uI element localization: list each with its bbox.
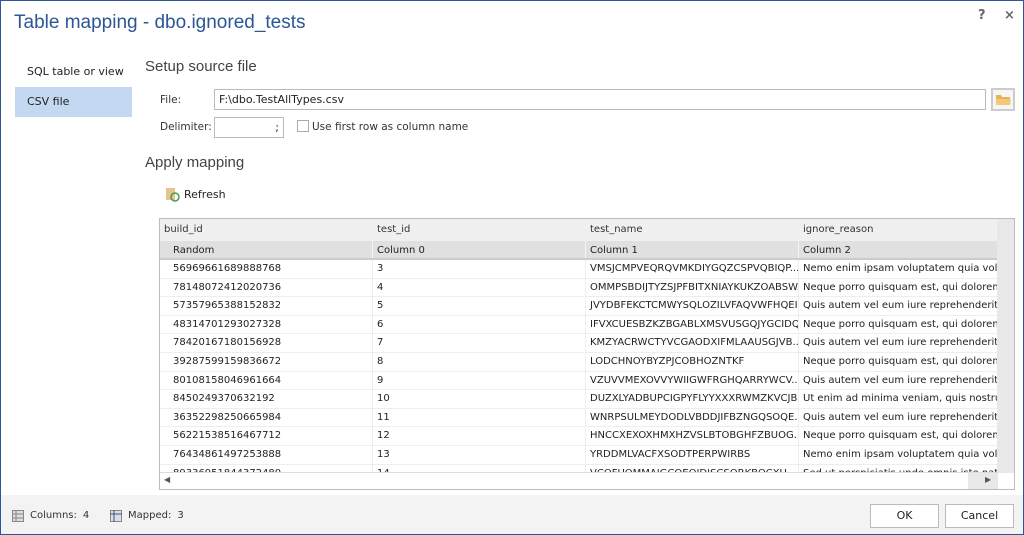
table-cell: 76434861497253888: [160, 446, 373, 464]
table-cell: DUZXLYADBUPCIGPYFLYYXXXRWMZKVCJBF...: [586, 390, 799, 408]
table-cell: 80108158046961664: [160, 371, 373, 390]
table-cell: JVYDBFEKCTCMWYSQLOZILVFAQVWFHQEI...: [586, 297, 799, 315]
mapped-status: Mapped: 3: [110, 510, 184, 522]
first-row-checkbox[interactable]: [297, 120, 309, 132]
table-cell: 8: [373, 353, 586, 371]
table-cell: HNCCXEXOXHMXHZVSLBTOBGHFZBUOG...: [586, 427, 799, 445]
table-cell: KMZYACRWCTYVCGAODXIFMLAAUSGJVB...: [586, 334, 799, 352]
table-row[interactable]: 78148072412020736 4 OMMPSBDIJTYZSJPFBITXNI…: [160, 278, 998, 298]
table-row[interactable]: 48314701293027328 6 IFVXCUESBZKZBGABLXMSVU…: [160, 315, 998, 335]
table-cell: 7: [373, 334, 586, 352]
source-column-select[interactable]: Random: [160, 241, 373, 258]
table-cell: Neque porro quisquam est, qui dolorem: [799, 315, 998, 334]
table-row[interactable]: 36352298250665984 11 WNRPSULMEYDODLVBDDJIF…: [160, 408, 998, 428]
table-cell: 3: [373, 260, 586, 278]
table-cell: 48314701293027328: [160, 315, 373, 334]
table-cell: 36352298250665984: [160, 408, 373, 427]
table-cell: OMMPSBDIJTYZSJPFBITXNIAYKUKZOABSW...: [586, 278, 799, 297]
file-label: File:: [160, 94, 182, 106]
table-row[interactable]: 56969661689888768 3 VMSJCMPVEQRQVMKDIYGQZC…: [160, 260, 998, 279]
table-cell: 10: [373, 390, 586, 408]
table-cell: 39287599159836672: [160, 353, 373, 371]
table-cell: Neque porro quisquam est, qui dolorem: [799, 427, 998, 445]
folder-icon: [996, 95, 1011, 105]
source-column-select[interactable]: Column 2: [799, 241, 998, 258]
source-column-select[interactable]: Column 1: [586, 241, 799, 258]
table-cell: Ut enim ad minima veniam, quis nostrum: [799, 390, 998, 408]
table-cell: Quis autem vel eum iure reprehenderit q: [799, 408, 998, 427]
table-cell: 9: [373, 371, 586, 390]
delimiter-input[interactable]: ;: [214, 117, 284, 138]
close-button[interactable]: ×: [1004, 8, 1015, 23]
table-cell: 13: [373, 446, 586, 464]
columns-status: Columns: 4: [12, 510, 89, 522]
table-icon: [12, 510, 24, 522]
table-row[interactable]: 76434861497253888 13 YRDDMLVACFXSODTPERPWI…: [160, 446, 998, 465]
table-cell: Quis autem vel eum iure reprehenderit q: [799, 371, 998, 390]
mapped-table-icon: [110, 510, 122, 522]
table-row[interactable]: 80108158046961664 9 VZUVVMEXOVVYWIIGWFRGHQ…: [160, 371, 998, 391]
sidebar-item-csv-file[interactable]: CSV file: [15, 87, 132, 117]
delimiter-label: Delimiter:: [160, 121, 212, 133]
source-header-row: Random Column 0 Column 1 Column 2: [160, 241, 998, 260]
table-cell: 12: [373, 427, 586, 445]
table-cell: 11: [373, 408, 586, 427]
dialog-title: Table mapping - dbo.ignored_tests: [14, 12, 306, 33]
table-cell: 8450249370632192: [160, 390, 373, 408]
table-cell: Nemo enim ipsam voluptatem quia volup: [799, 260, 998, 278]
horizontal-scrollbar[interactable]: ◀ ▶: [160, 472, 998, 489]
help-button[interactable]: ?: [978, 8, 986, 23]
table-cell: VMSJCMPVEQRQVMKDIYGQZCSPVQBIQP...: [586, 260, 799, 278]
sidebar-item-sql-table[interactable]: SQL table or view: [15, 57, 132, 87]
target-column-header: build_id: [164, 224, 203, 235]
table-row[interactable]: 78420167180156928 7 KMZYACRWCTYVCGAODXIFML…: [160, 334, 998, 353]
source-column-select[interactable]: Column 0: [373, 241, 586, 258]
table-cell: 57357965388152832: [160, 297, 373, 315]
table-cell: VZUVVMEXOVVYWIIGWFRGHQARRYWCV...: [586, 371, 799, 390]
target-column-header: test_id: [377, 224, 411, 235]
table-cell: IFVXCUESBZKZBGABLXMSVUSGQJYGCIDQ...: [586, 315, 799, 334]
target-column-header: test_name: [590, 224, 643, 235]
refresh-label: Refresh: [184, 188, 226, 201]
mapping-heading: Apply mapping: [145, 154, 245, 171]
scroll-left-icon[interactable]: ◀: [164, 475, 170, 484]
table-cell: 5: [373, 297, 586, 315]
table-row[interactable]: 39287599159836672 8 LODCHNOYBYZPJCOBHOZNTK…: [160, 353, 998, 372]
refresh-button[interactable]: Refresh: [165, 187, 226, 202]
ok-button[interactable]: OK: [870, 504, 939, 528]
cancel-button[interactable]: Cancel: [945, 504, 1014, 528]
setup-heading: Setup source file: [145, 58, 257, 75]
table-row[interactable]: 57357965388152832 5 JVYDBFEKCTCMWYSQLOZILV…: [160, 297, 998, 316]
table-cell: 78420167180156928: [160, 334, 373, 352]
table-cell: WNRPSULMEYDODLVBDDJIFBZNGQSOQE...: [586, 408, 799, 427]
mapping-grid[interactable]: build_id test_id test_name ignore_reason…: [159, 218, 1015, 490]
table-cell: LODCHNOYBYZPJCOBHOZNTKF: [586, 353, 799, 371]
table-cell: YRDDMLVACFXSODTPERPWIRBS: [586, 446, 799, 464]
table-cell: 4: [373, 278, 586, 297]
table-cell: 56221538516467712: [160, 427, 373, 445]
vertical-scrollbar[interactable]: [997, 219, 1014, 473]
scroll-right-icon[interactable]: ▶: [985, 475, 991, 484]
table-row[interactable]: 8450249370632192 10 DUZXLYADBUPCIGPYFLYYXX…: [160, 390, 998, 409]
table-cell: Quis autem vel eum iure reprehenderit q: [799, 297, 998, 315]
target-header-row: build_id test_id test_name ignore_reason: [160, 219, 998, 241]
table-row[interactable]: 56221538516467712 12 HNCCXEXOXHMXHZVSLBTOB…: [160, 427, 998, 446]
table-cell: 56969661689888768: [160, 260, 373, 278]
refresh-icon: [166, 188, 180, 202]
table-cell: Neque porro quisquam est, qui dolorem: [799, 353, 998, 371]
table-cell: 78148072412020736: [160, 278, 373, 297]
first-row-label: Use first row as column name: [312, 121, 469, 133]
file-input[interactable]: F:\dbo.TestAllTypes.csv: [214, 89, 986, 110]
browse-button[interactable]: [991, 88, 1015, 111]
table-cell: Neque porro quisquam est, qui dolorem: [799, 278, 998, 297]
table-cell: Nemo enim ipsam voluptatem quia volup: [799, 446, 998, 464]
table-cell: 6: [373, 315, 586, 334]
target-column-header: ignore_reason: [803, 224, 874, 235]
table-cell: Quis autem vel eum iure reprehenderit q: [799, 334, 998, 352]
